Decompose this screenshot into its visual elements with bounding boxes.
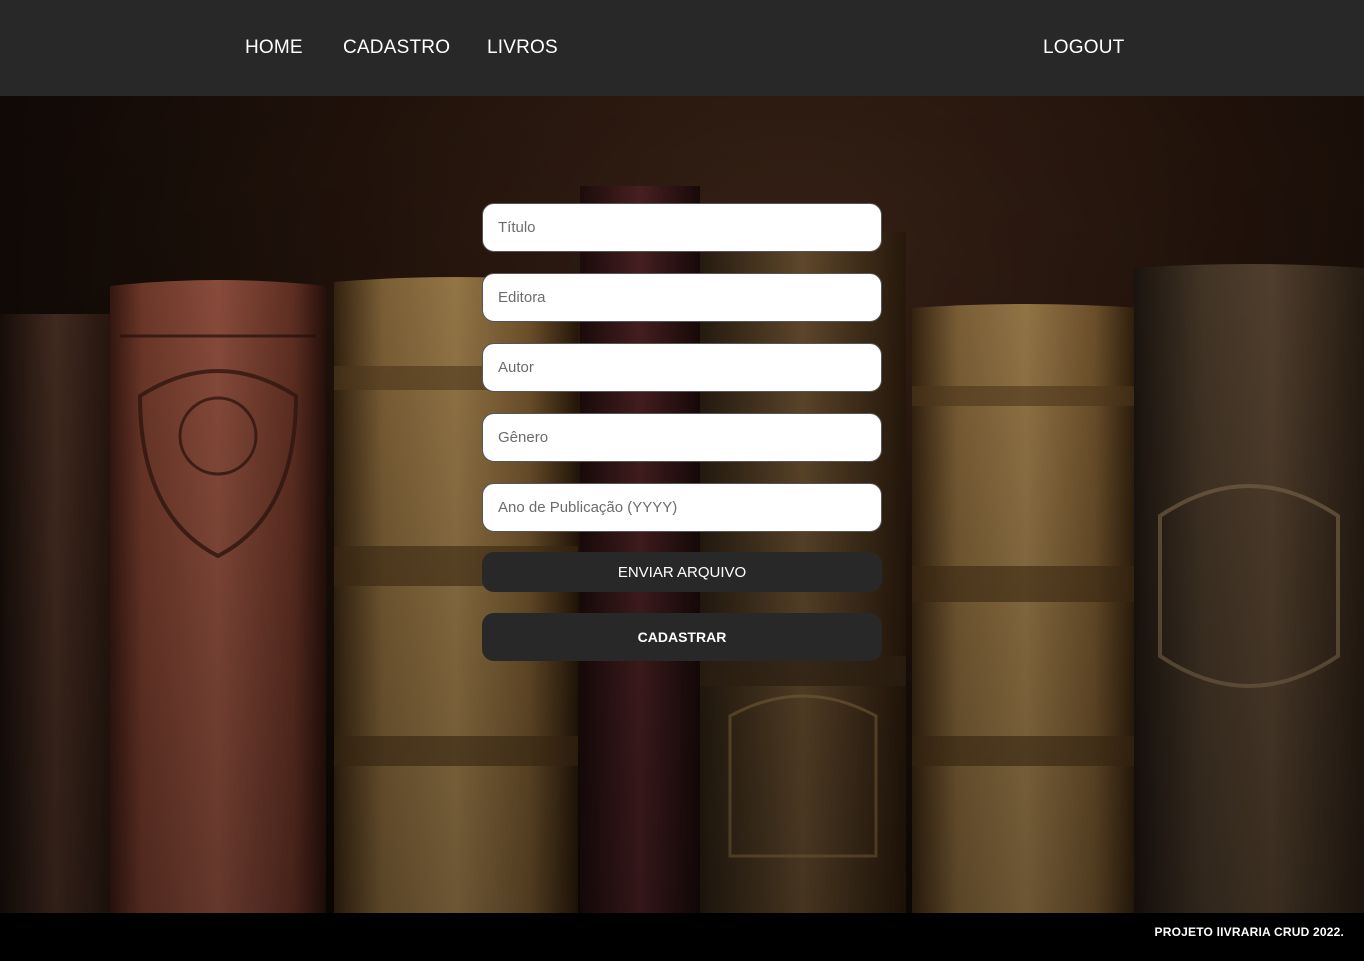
genero-input[interactable] <box>482 413 882 462</box>
footer: PROJETO lIVRARIA CRUD 2022. <box>0 913 1364 961</box>
top-navbar: HOME CADASTRO LIVROS LOGOUT <box>0 0 1364 96</box>
nav-cadastro-link[interactable]: CADASTRO <box>343 36 450 60</box>
hero-section: ENVIAR ARQUIVO CADASTRAR <box>0 96 1364 913</box>
autor-input[interactable] <box>482 343 882 392</box>
ano-publicacao-input[interactable] <box>482 483 882 532</box>
nav-logout-link[interactable]: LOGOUT <box>1043 36 1124 60</box>
enviar-arquivo-button[interactable]: ENVIAR ARQUIVO <box>482 552 882 592</box>
editora-input[interactable] <box>482 273 882 322</box>
cadastrar-button[interactable]: CADASTRAR <box>482 613 882 661</box>
footer-copyright-text: PROJETO lIVRARIA CRUD 2022. <box>1154 925 1344 939</box>
nav-home-link[interactable]: HOME <box>245 36 303 60</box>
titulo-input[interactable] <box>482 203 882 252</box>
nav-livros-link[interactable]: LIVROS <box>487 36 558 60</box>
